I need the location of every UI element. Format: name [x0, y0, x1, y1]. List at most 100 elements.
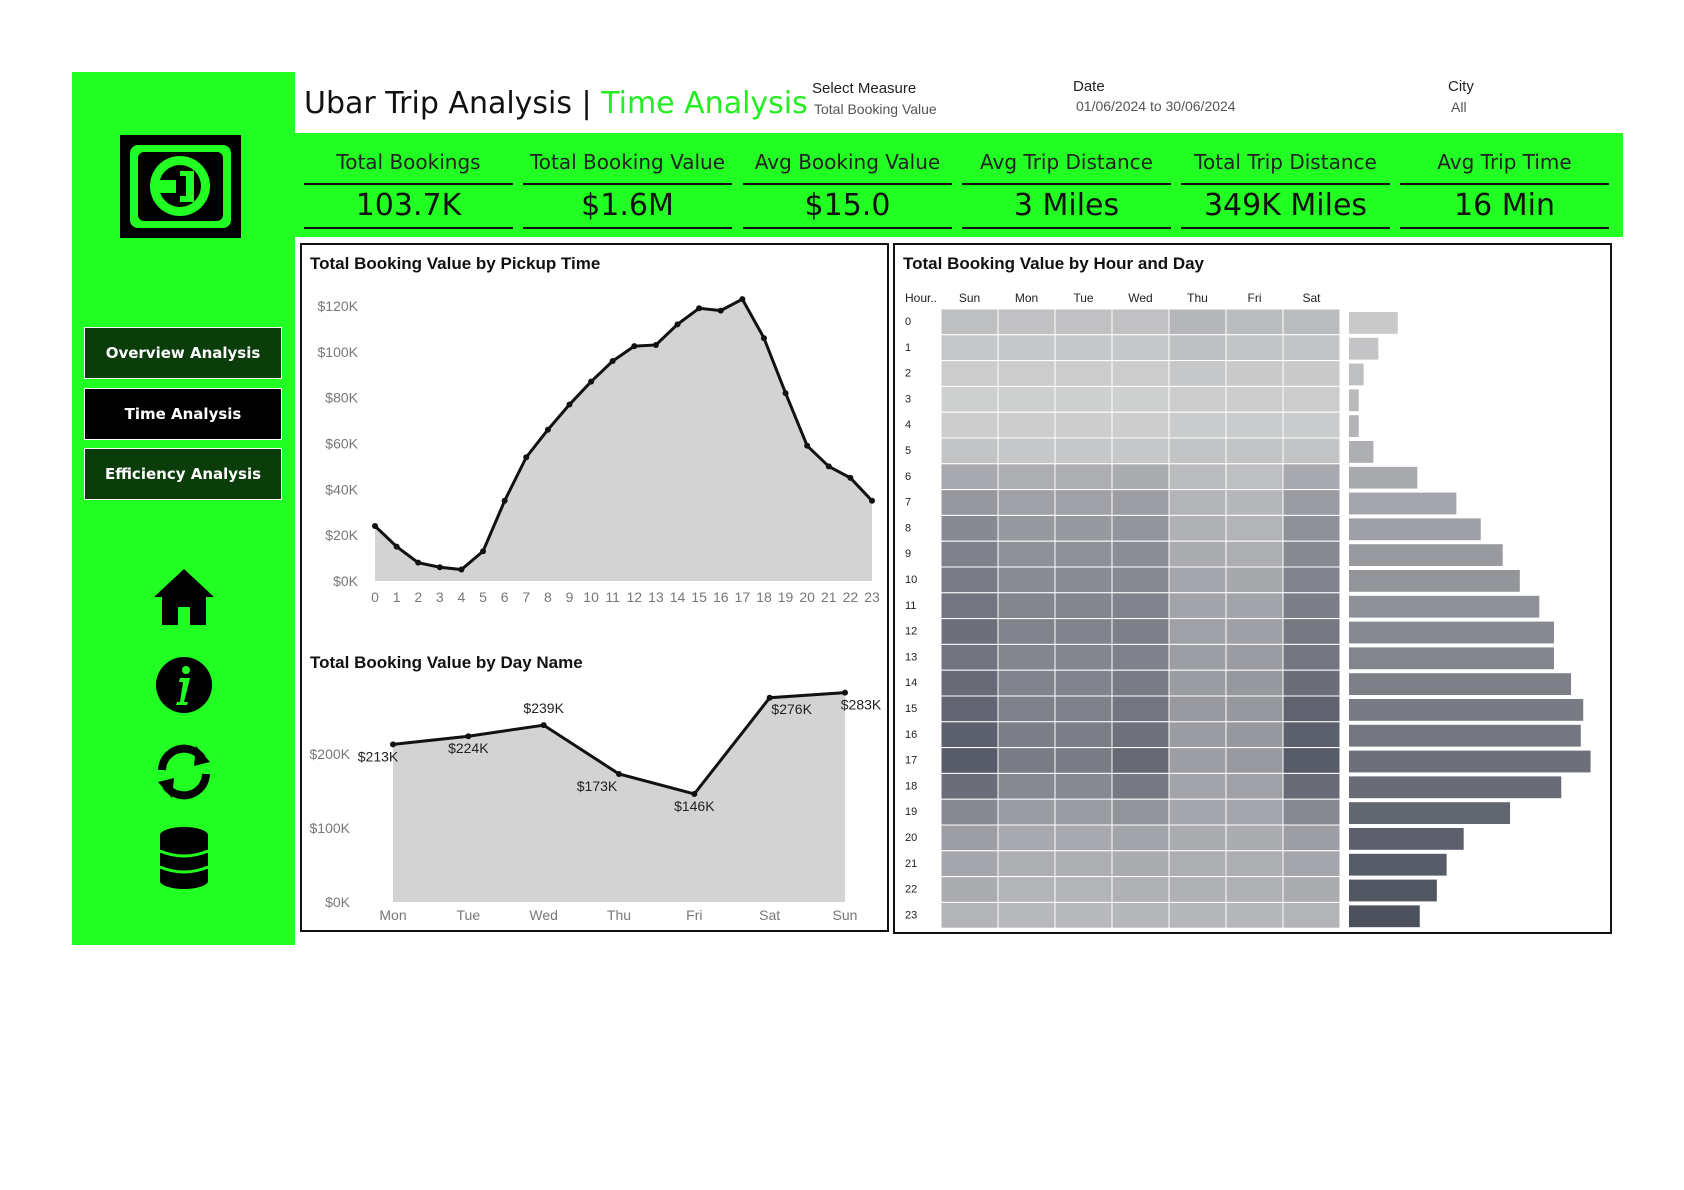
heatmap-cell [1054, 876, 1113, 903]
heatmap-cell [1168, 747, 1227, 774]
data-point [393, 543, 400, 550]
home-icon[interactable] [150, 565, 218, 629]
page-title: Ubar Trip Analysis | Time Analysis [304, 86, 808, 121]
heatmap-cell [1225, 669, 1284, 697]
heatmap-cell [997, 824, 1056, 852]
x-tick-label: 3 [436, 589, 444, 605]
hour-total-bar [1349, 699, 1584, 721]
heatmap-hour-label: 7 [905, 497, 911, 509]
heatmap-cell [1111, 489, 1170, 516]
pickup-time-chart-title: Total Booking Value by Pickup Time [310, 254, 601, 273]
measure-filter-value[interactable]: Total Booking Value [814, 101, 937, 117]
heatmap-cell [997, 772, 1056, 800]
data-label: $213K [358, 748, 399, 764]
x-tick-label: 1 [393, 589, 401, 605]
kpi-avg-trip-distance: Avg Trip Distance 3 Miles [962, 146, 1171, 230]
heatmap-cell [997, 669, 1056, 697]
heatmap-cell [940, 308, 999, 336]
kpi-value: 349K Miles [1203, 188, 1368, 223]
kpi-divider [523, 227, 732, 229]
heatmap-cell [997, 721, 1056, 749]
heatmap-cell [1111, 360, 1170, 387]
heatmap-cell [940, 850, 999, 878]
kpi-total-trip-distance: Total Trip Distance 349K Miles [1181, 146, 1390, 230]
heatmap-cell [940, 824, 999, 852]
heatmap-cell [940, 618, 999, 645]
y-tick-label: $60K [325, 436, 358, 452]
heatmap-cell [997, 695, 1056, 723]
heatmap-cell [1111, 566, 1170, 594]
refresh-icon[interactable] [150, 740, 218, 804]
heatmap-cell [1225, 489, 1284, 516]
heatmap-hour-label: 23 [905, 909, 917, 921]
data-point [588, 378, 595, 385]
hour-total-bar [1349, 544, 1503, 566]
data-point [760, 335, 767, 342]
data-point [691, 790, 698, 797]
heatmap-day-header: Sat [1302, 291, 1321, 305]
x-tick-label: Tue [457, 907, 481, 923]
heatmap-cell [1282, 643, 1341, 671]
heatmap-hour-label: 21 [905, 858, 917, 870]
data-point [717, 307, 724, 314]
heatmap-cell [997, 592, 1056, 620]
heatmap-cell [1168, 592, 1227, 620]
area-fill [393, 692, 845, 902]
date-filter-value[interactable]: 01/06/2024 to 30/06/2024 [1076, 98, 1236, 114]
heatmap-cell [1111, 618, 1170, 645]
heatmap-cell [1225, 876, 1284, 903]
kpi-divider [962, 227, 1171, 229]
hour-day-heatmap: Hour.. Sun Mon Tue Wed Thu Fri Sat0123456789101… [905, 291, 1591, 929]
heatmap-hour-label: 19 [905, 806, 917, 818]
heatmap-cell [1225, 695, 1284, 723]
x-tick-label: Mon [379, 907, 406, 923]
heatmap-cell [940, 876, 999, 903]
heatmap-cell [1054, 437, 1113, 465]
heatmap-cell [1168, 489, 1227, 516]
heatmap-cell [1168, 618, 1227, 645]
heatmap-cell [1282, 721, 1341, 749]
heatmap-cell [997, 618, 1056, 645]
hour-total-bar [1349, 595, 1540, 618]
heatmap-cell [1168, 798, 1227, 826]
nav-efficiency-analysis[interactable]: Efficiency Analysis [84, 448, 282, 500]
heatmap-cell [1225, 798, 1284, 826]
heatmap-cell [940, 901, 999, 929]
heatmap-cell [1282, 618, 1341, 645]
heatmap-hour-label: 2 [905, 368, 911, 380]
heatmap-cell [1111, 334, 1170, 362]
heatmap-cell [1225, 360, 1284, 387]
heatmap-cell [1168, 876, 1227, 903]
x-tick-label: Thu [607, 907, 631, 923]
x-tick-label: 20 [799, 589, 815, 605]
hour-total-bar [1349, 802, 1511, 824]
heatmap-cell [1225, 514, 1284, 542]
heatmap-cell [1282, 437, 1341, 465]
info-icon[interactable] [150, 652, 218, 716]
hour-total-bar [1349, 724, 1581, 747]
heatmap-cell [1054, 540, 1113, 568]
page-title-accent: Time Analysis [601, 86, 808, 121]
x-tick-label: 10 [583, 589, 599, 605]
heatmap-cell [1168, 437, 1227, 465]
kpi-divider [743, 183, 952, 185]
uber-logo-icon [120, 135, 241, 238]
heatmap-cell [1054, 334, 1113, 362]
heatmap-cell [1054, 772, 1113, 800]
hour-total-bar [1349, 337, 1379, 360]
heatmap-cell [1054, 850, 1113, 878]
database-icon[interactable] [150, 826, 218, 890]
heatmap-cell [1225, 618, 1284, 645]
heatmap-cell [1054, 798, 1113, 826]
nav-overview-analysis[interactable]: Overview Analysis [84, 327, 282, 379]
pickup-time-chart: $0K$20K$40K$60K$80K$100K$120K0 1 2 3 4 5 6 7 8 9 1… [318, 296, 880, 605]
x-tick-label: 6 [501, 589, 509, 605]
data-point [390, 741, 396, 748]
city-filter-value[interactable]: All [1451, 99, 1467, 115]
heatmap-cell [940, 334, 999, 362]
nav-time-analysis[interactable]: Time Analysis [84, 388, 282, 440]
heatmap-cell [1111, 747, 1170, 774]
heatmap-cell [997, 901, 1056, 929]
heatmap-hour-label: 9 [905, 548, 911, 560]
kpi-divider [523, 183, 732, 185]
